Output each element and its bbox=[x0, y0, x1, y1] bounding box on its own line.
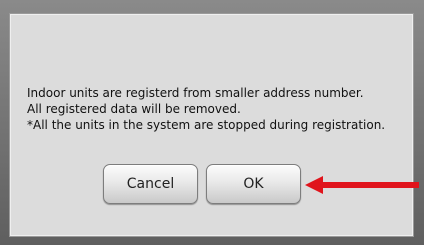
red-arrow-left-icon bbox=[305, 176, 419, 194]
message-line: All registered data will be removed. bbox=[27, 102, 241, 116]
screen-frame: Indoor units are registerd from smaller … bbox=[0, 0, 424, 245]
message-line: Indoor units are registerd from smaller … bbox=[27, 86, 364, 100]
ok-button[interactable]: OK bbox=[206, 164, 301, 204]
cancel-button[interactable]: Cancel bbox=[103, 164, 198, 204]
dialog-message: Indoor units are registerd from smaller … bbox=[27, 85, 411, 133]
message-line: *All the units in the system are stopped… bbox=[27, 118, 386, 132]
